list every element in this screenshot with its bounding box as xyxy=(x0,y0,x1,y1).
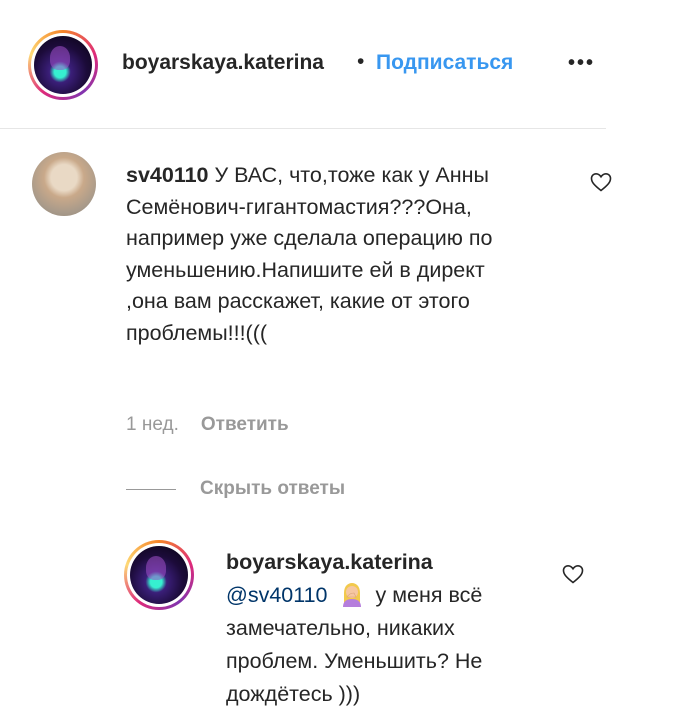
post-header: boyarskaya.katerina • Подписаться ••• xyxy=(0,0,606,128)
woman-facepalming-emoji-icon xyxy=(342,583,361,607)
more-options-icon[interactable]: ••• xyxy=(568,52,595,75)
heart-icon[interactable] xyxy=(561,562,585,586)
hide-replies-button[interactable]: Скрыть ответы xyxy=(200,478,345,500)
reply-author-avatar[interactable] xyxy=(124,540,194,610)
replies-line xyxy=(126,489,176,490)
author-username[interactable]: boyarskaya.katerina xyxy=(122,51,352,75)
reply-button[interactable]: Ответить xyxy=(201,414,289,436)
comment-timestamp: 1 нед. xyxy=(126,414,179,435)
reply-username[interactable]: boyarskaya.katerina xyxy=(226,550,433,574)
comment-meta: 1 нед. Ответить xyxy=(126,414,289,436)
comment-text: У ВАС, что,тоже как у Анны Семёнович-гиг… xyxy=(126,163,493,345)
commenter-username[interactable]: sv40110 xyxy=(126,163,209,187)
author-avatar[interactable] xyxy=(28,30,98,100)
heart-icon[interactable] xyxy=(589,170,613,194)
separator-dot: • xyxy=(357,50,365,73)
commenter-avatar[interactable] xyxy=(32,152,96,216)
header-divider xyxy=(0,128,606,129)
reply-body: boyarskaya.katerina @sv40110 у меня всё … xyxy=(226,546,526,711)
comment-body: sv40110 У ВАС, что,тоже как у Анны Семён… xyxy=(126,160,516,349)
reply-mention-link[interactable]: @sv40110 xyxy=(226,583,328,607)
follow-button[interactable]: Подписаться xyxy=(376,51,513,75)
